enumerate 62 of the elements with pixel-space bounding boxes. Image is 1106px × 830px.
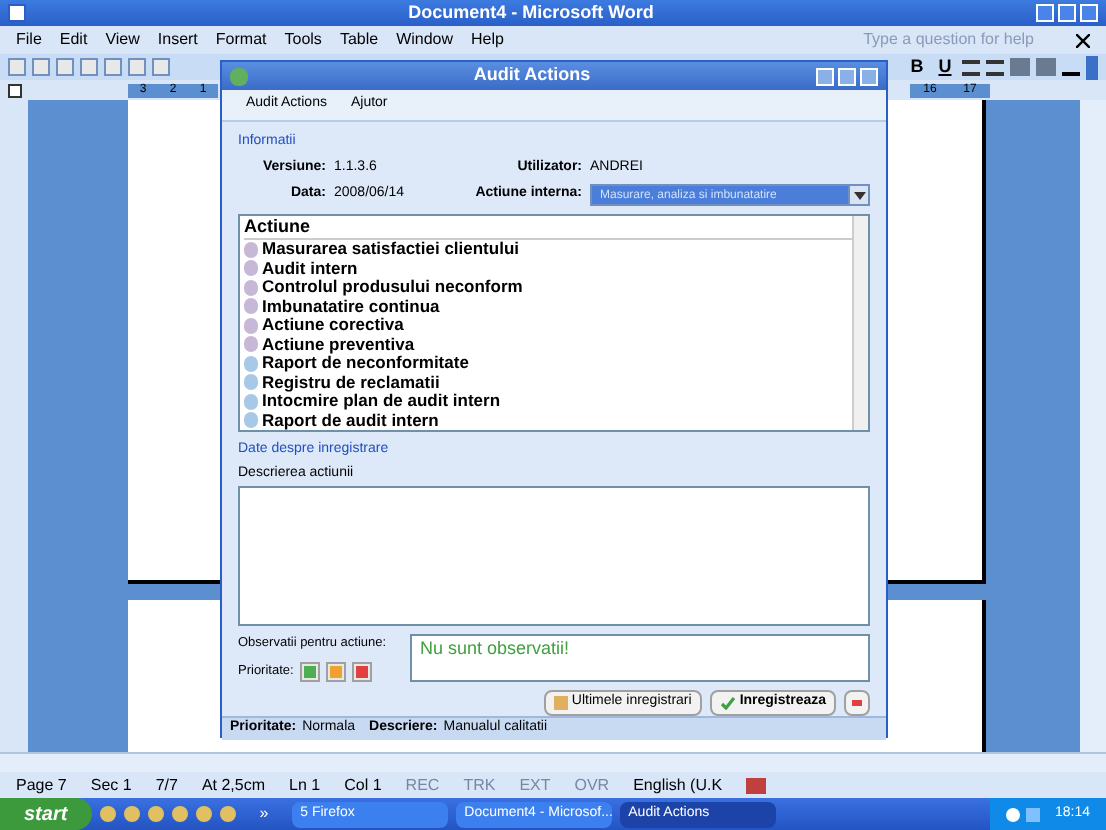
checkmark-icon [719,696,736,710]
speaker-icon[interactable] [1006,807,1021,821]
close-icon[interactable] [1076,33,1090,47]
status-text: OVR [574,773,610,797]
status-text: At 2,5cm [201,773,266,797]
restore-icon[interactable] [1058,4,1076,22]
status-text: Ln 1 [289,773,321,797]
list-item[interactable]: Registru de reclamatii [244,373,852,392]
list-item[interactable]: Imbunatatire continua [244,297,852,316]
list-item[interactable]: Masurarea satisfactiei clientului [244,240,852,259]
list-item[interactable]: Audit intern [244,259,852,278]
menu-item[interactable]: Format [215,28,267,52]
list-scrollbar[interactable] [852,216,868,430]
minimize-icon[interactable] [816,67,834,85]
format-button[interactable]: U [934,53,956,81]
list-header: Actiune [244,216,852,240]
menu-item[interactable]: Help [471,28,504,52]
tab-stop-icon[interactable] [8,83,22,97]
spelling-status-icon [746,777,767,793]
status-text: Col 1 [344,773,382,797]
cancel-button[interactable] [844,690,870,716]
menu-item[interactable]: Tools [284,28,322,52]
dropdown-arrow-icon[interactable] [848,186,868,204]
description-text-area[interactable] [238,486,870,626]
list-item[interactable]: Actiune corectiva [244,316,852,335]
list-item[interactable]: Controlul produsului neconform [244,278,852,297]
menu-item[interactable]: Window [396,28,454,52]
list-item[interactable]: Intocmire plan de audit intern [244,392,852,411]
more-icon[interactable]: » [259,802,269,826]
list-item[interactable]: Raport de audit intern [244,411,852,430]
maximize-icon[interactable] [838,67,856,85]
printer-icon[interactable] [104,58,122,76]
menu-item[interactable]: File [16,28,42,52]
start-button[interactable]: start [0,798,92,830]
menu-item[interactable]: View [105,28,140,52]
status-text: REC [405,773,440,797]
permission-icon[interactable] [80,58,98,76]
minimize-icon[interactable] [1036,4,1054,22]
status-text: EXT [519,773,551,797]
word-icon [8,4,26,22]
save-icon[interactable] [56,58,74,76]
print-preview-icon[interactable] [128,58,146,76]
spelling-icon[interactable] [152,58,170,76]
menu-item[interactable]: Table [339,28,379,52]
status-text: English (U.K [633,773,723,797]
status-text: Page 7 [16,773,67,797]
menu-item[interactable]: Insert [157,28,198,52]
new-document-icon[interactable] [8,58,26,76]
list-item[interactable]: Actiune preventiva [244,335,852,354]
browser-icon[interactable] [99,806,116,822]
window-title: Document4 - Microsoft Word [406,0,656,26]
align-center-icon[interactable] [986,59,1004,75]
format-button[interactable]: B [906,53,928,81]
app-icon [230,67,248,85]
dialog-title: Audit Actions [471,62,593,89]
align-left-icon[interactable] [962,59,980,75]
cancel-icon [852,700,862,706]
menu-item[interactable]: Edit [59,28,88,52]
status-text: 7/7 [155,773,178,797]
list-item[interactable]: Raport de neconformitate [244,354,852,373]
status-text: Sec 1 [90,773,132,797]
status-text: TRK [463,773,496,797]
